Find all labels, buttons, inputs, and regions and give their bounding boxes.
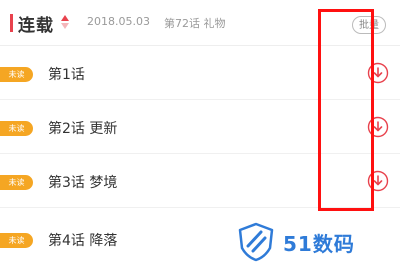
unread-badge: 未读	[0, 67, 33, 82]
section-title: 连载	[18, 16, 54, 36]
watermark-text: 51数码	[283, 232, 355, 256]
unread-badge: 未读	[0, 175, 33, 190]
unread-badge: 未读	[0, 121, 33, 136]
header-accent-bar	[10, 14, 13, 32]
chapter-row[interactable]: 未读 第1话	[0, 46, 400, 100]
chapter-title[interactable]: 第4话 降落	[48, 230, 117, 250]
chapter-title[interactable]: 第2话 更新	[48, 118, 117, 138]
download-icon[interactable]	[367, 116, 389, 138]
batch-download-button[interactable]: 批量	[352, 16, 386, 34]
sort-icon[interactable]	[60, 14, 70, 30]
download-icon[interactable]	[367, 170, 389, 192]
unread-badge: 未读	[0, 233, 33, 248]
section-header: 连载 2018.05.03 第72话 礼物 批量	[0, 0, 400, 46]
chapter-row[interactable]: 未读 第3话 梦境	[0, 154, 400, 208]
watermark-logo-icon	[238, 222, 274, 262]
latest-chapter: 第72话 礼物	[164, 17, 226, 30]
update-date: 2018.05.03	[87, 15, 150, 28]
download-icon[interactable]	[367, 62, 389, 84]
chapter-title[interactable]: 第3话 梦境	[48, 172, 117, 192]
chapter-title[interactable]: 第1话	[48, 64, 85, 84]
watermark: 51数码	[237, 220, 397, 264]
chapter-row[interactable]: 未读 第2话 更新	[0, 100, 400, 154]
